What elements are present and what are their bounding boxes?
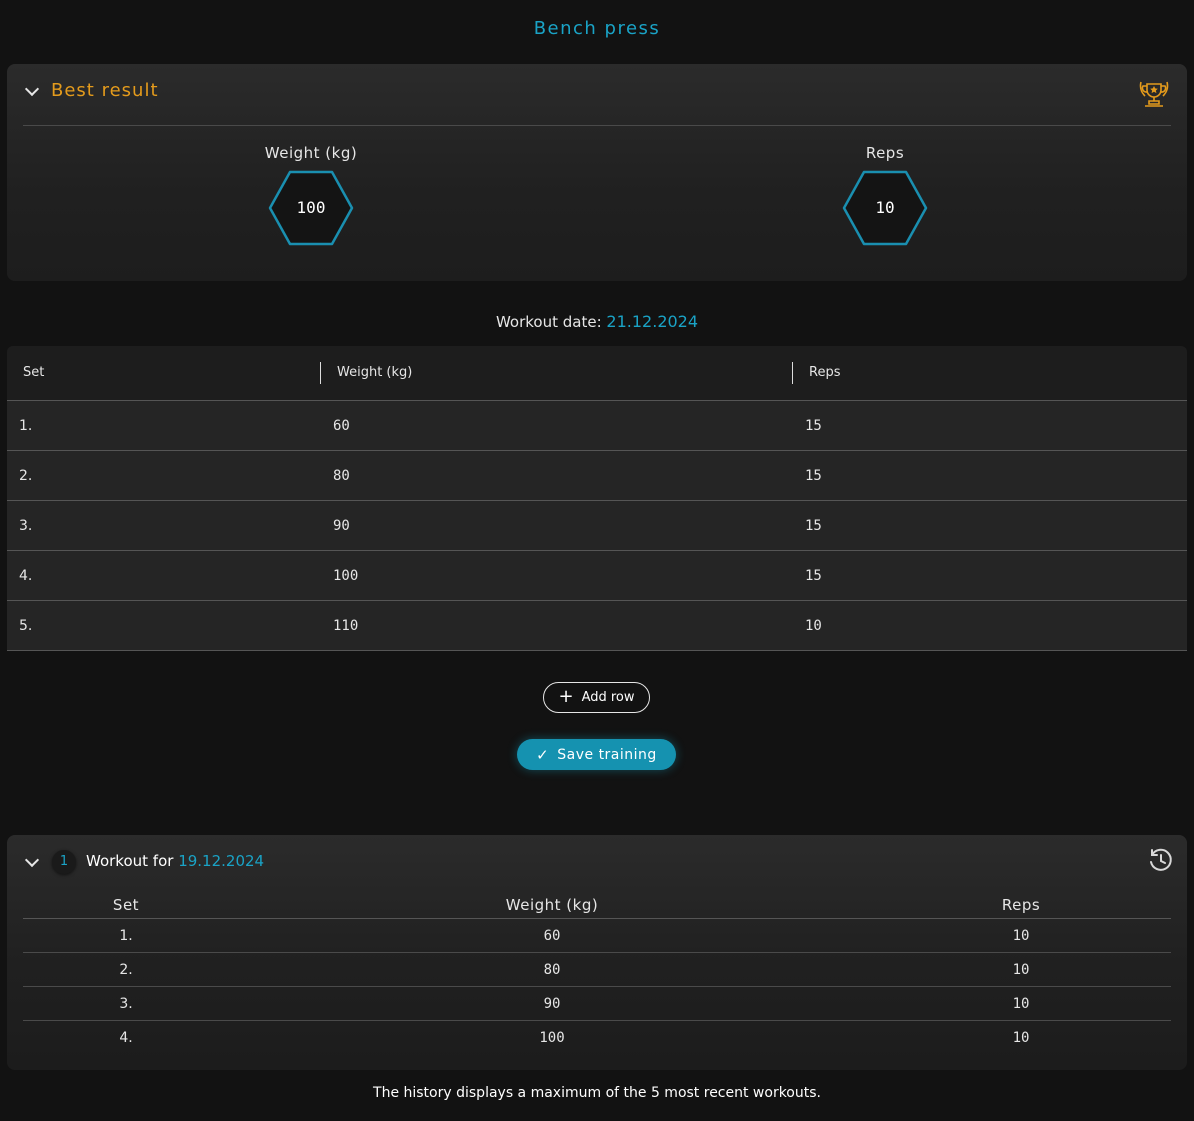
best-weight-label: Weight (kg) <box>264 144 358 162</box>
best-reps-label: Reps <box>865 144 905 162</box>
reps-cell[interactable]: 15 <box>805 518 822 534</box>
history-set-number: 4. <box>119 1030 133 1046</box>
table-row[interactable]: 5. 110 10 <box>7 601 1187 651</box>
add-row-button[interactable]: + Add row <box>543 682 650 713</box>
check-icon: ✓ <box>536 745 550 764</box>
history-weight-cell: 100 <box>539 1030 565 1046</box>
history-date-value: 19.12.2024 <box>178 852 265 870</box>
history-title[interactable]: Workout for 19.12.2024 <box>86 852 264 870</box>
weight-cell[interactable]: 90 <box>333 518 350 534</box>
sets-table: Set Weight (kg) Reps 1. 60 15 2. 80 15 3… <box>7 346 1187 651</box>
history-reps-cell: 10 <box>1012 928 1030 944</box>
add-row-label: Add row <box>581 690 635 705</box>
workout-date: Workout date: 21.12.2024 <box>0 312 1194 331</box>
history-reps-cell: 10 <box>1012 1030 1030 1046</box>
history-row: 2. 80 10 <box>23 953 1171 987</box>
history-reps-cell: 10 <box>1012 996 1030 1012</box>
history-set-number: 3. <box>119 996 133 1012</box>
column-header-reps[interactable]: Reps <box>809 365 840 380</box>
chevron-down-icon[interactable] <box>24 81 40 97</box>
history-set-number: 1. <box>119 928 133 944</box>
column-divider[interactable] <box>320 362 321 384</box>
history-card: 1 Workout for 19.12.2024 Set Weight (kg)… <box>7 835 1187 1070</box>
best-weight-value: 100 <box>296 198 326 217</box>
reps-cell[interactable]: 15 <box>805 418 822 434</box>
best-reps-stat: Reps 10 <box>805 144 965 246</box>
set-number: 4. <box>19 568 33 584</box>
history-weight-cell: 60 <box>543 928 561 944</box>
weight-cell[interactable]: 100 <box>333 568 358 584</box>
workout-date-label: Workout date: <box>495 313 602 331</box>
table-row[interactable]: 4. 100 15 <box>7 551 1187 601</box>
history-title-prefix: Workout for <box>86 852 174 870</box>
table-row[interactable]: 1. 60 15 <box>7 401 1187 451</box>
save-training-label: Save training <box>557 746 657 763</box>
reps-cell[interactable]: 15 <box>805 568 822 584</box>
weight-cell[interactable]: 110 <box>333 618 358 634</box>
history-weight-cell: 80 <box>543 962 561 978</box>
column-divider[interactable] <box>792 362 793 384</box>
history-reps-cell: 10 <box>1012 962 1030 978</box>
set-number: 1. <box>19 418 33 434</box>
history-table-header: Set Weight (kg) Reps <box>23 893 1171 919</box>
best-weight-hexagon: 100 <box>268 170 354 246</box>
best-result-title: Best result <box>51 80 159 101</box>
best-reps-value: 10 <box>875 198 895 217</box>
reps-cell[interactable]: 10 <box>805 618 822 634</box>
chevron-down-icon[interactable] <box>24 852 40 868</box>
history-row: 1. 60 10 <box>23 919 1171 953</box>
history-icon[interactable] <box>1147 847 1173 873</box>
best-result-header[interactable]: Best result <box>23 64 1171 126</box>
column-header-set[interactable]: Set <box>23 365 44 380</box>
set-number: 2. <box>19 468 33 484</box>
best-result-card: Best result Weight (kg) 100 Reps 10 <box>7 64 1187 281</box>
history-row: 4. 100 10 <box>23 1021 1171 1055</box>
sets-table-header: Set Weight (kg) Reps <box>7 346 1187 401</box>
history-row: 3. 90 10 <box>23 987 1171 1021</box>
reps-cell[interactable]: 15 <box>805 468 822 484</box>
history-header-weight: Weight (kg) <box>505 896 599 914</box>
page-title: Bench press <box>533 18 661 39</box>
history-weight-cell: 90 <box>543 996 561 1012</box>
history-header-set: Set <box>112 896 140 914</box>
workout-date-value: 21.12.2024 <box>606 312 699 331</box>
best-weight-stat: Weight (kg) 100 <box>231 144 391 246</box>
plus-icon: + <box>558 685 574 707</box>
weight-cell[interactable]: 60 <box>333 418 350 434</box>
column-header-weight[interactable]: Weight (kg) <box>337 365 412 380</box>
weight-cell[interactable]: 80 <box>333 468 350 484</box>
table-row[interactable]: 3. 90 15 <box>7 501 1187 551</box>
save-training-button[interactable]: ✓ Save training <box>517 739 676 770</box>
history-index-badge: 1 <box>52 850 76 874</box>
history-set-number: 2. <box>119 962 133 978</box>
history-header-reps: Reps <box>1001 896 1041 914</box>
set-number: 3. <box>19 518 33 534</box>
set-number: 5. <box>19 618 33 634</box>
best-reps-hexagon: 10 <box>842 170 928 246</box>
history-note: The history displays a maximum of the 5 … <box>373 1085 821 1101</box>
history-table: Set Weight (kg) Reps 1. 60 10 2. 80 10 3… <box>23 893 1171 1055</box>
trophy-icon <box>1139 81 1169 107</box>
table-row[interactable]: 2. 80 15 <box>7 451 1187 501</box>
